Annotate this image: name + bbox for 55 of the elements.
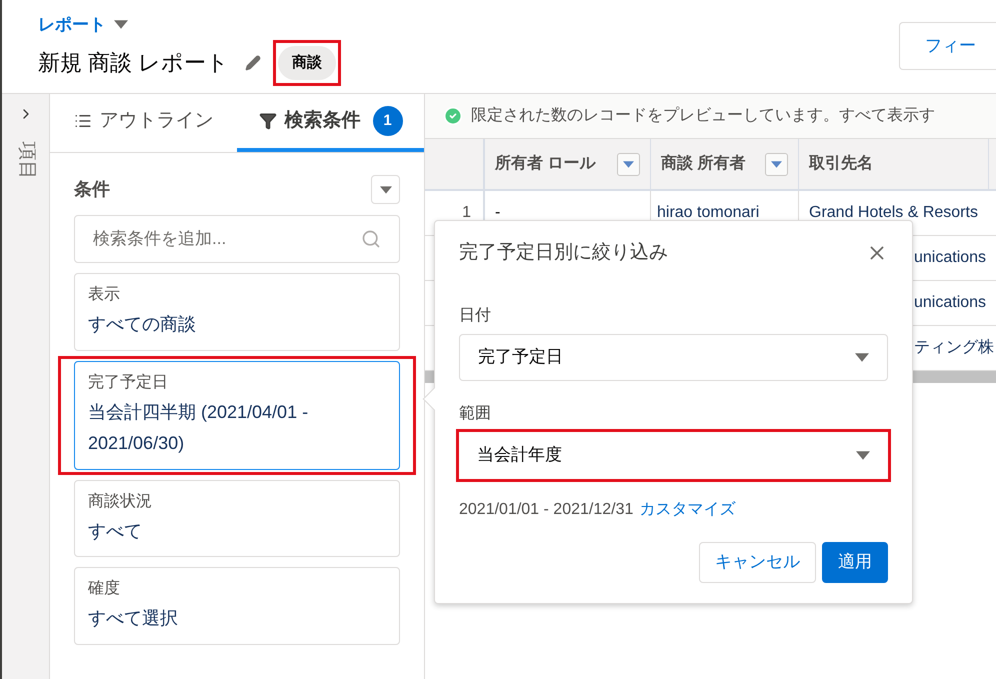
panel-tab[interactable]: アウトライン (50, 94, 237, 152)
preview-notice: 限定された数のレコードをプレビューしています。すべて表示す (471, 106, 935, 126)
apply-button[interactable]: 適用 (822, 542, 888, 582)
caret-icon (855, 352, 869, 362)
filter-search-input[interactable]: 検索条件を追加... (93, 226, 343, 252)
caret-icon (771, 160, 782, 168)
column-menu-button[interactable] (617, 152, 640, 176)
popover-title: 完了予定日別に絞り込み (459, 241, 668, 265)
field-label: 日付 (459, 306, 492, 326)
date-range-text: 2021/01/01 - 2021/12/31 (459, 500, 634, 520)
filter-card[interactable]: 商談状況 すべて (74, 480, 400, 557)
caret-icon (623, 160, 634, 168)
caret-icon (380, 186, 392, 194)
column-header[interactable]: 商談 所有者 (651, 139, 799, 189)
select-field[interactable]: 当会計年度 (459, 432, 888, 478)
account-link[interactable]: unications (914, 246, 986, 270)
filter-label: 完了予定日 (88, 372, 169, 392)
filter-search-box[interactable]: 検索条件を追加... (74, 215, 400, 263)
rail-label: 項目 (14, 141, 38, 180)
table-cell-text: - (495, 203, 500, 223)
report-title: 新規 商談 レポート (38, 49, 230, 78)
filter-label: 確度 (88, 578, 121, 599)
feed-button[interactable]: フィー (899, 22, 996, 70)
caret-icon (856, 450, 870, 460)
column-header[interactable]: 取引先名 (799, 139, 989, 189)
list-icon (74, 112, 92, 130)
column-menu-button[interactable] (765, 152, 788, 176)
filter-card[interactable]: 完了予定日 当会計四半期 (2021/04/01 - 2021/06/30) (74, 360, 400, 470)
check-icon (443, 106, 463, 126)
filter-value: 当会計四半期 (2021/04/01 - 2021/06/30) (88, 400, 310, 455)
filter-value: すべて選択 (88, 607, 179, 630)
search-icon (361, 229, 381, 249)
customize-link[interactable]: カスタマイズ (639, 498, 736, 522)
filter-value: すべての商談 (88, 313, 197, 336)
filter-label: 商談状況 (88, 492, 153, 512)
filter-value: すべて (88, 520, 143, 542)
filter-label: 表示 (88, 284, 121, 305)
row-number: 1 (462, 203, 471, 223)
caret-icon (114, 20, 128, 30)
breadcrumb-link[interactable]: レポート (38, 12, 106, 38)
account-link[interactable]: unications (914, 291, 986, 315)
field-label: 範囲 (459, 404, 492, 424)
filters-menu-button[interactable] (371, 175, 400, 204)
column-header[interactable]: 所有者 ロール (485, 139, 651, 189)
cancel-button[interactable]: キャンセル (699, 542, 816, 582)
filter-icon (258, 112, 276, 130)
edit-icon[interactable] (245, 54, 262, 71)
fields-rail[interactable]: 項目 (2, 94, 50, 679)
select-field[interactable]: 完了予定日 (459, 334, 888, 380)
filters-heading: 条件 (74, 178, 110, 201)
filter-card[interactable]: 表示 すべての商談 (74, 273, 400, 350)
report-type-badge: 商談 (278, 46, 336, 80)
account-link[interactable]: ティング株 (914, 336, 994, 360)
count-badge: 1 (372, 106, 402, 136)
filter-card[interactable]: 確度 すべて選択 (74, 567, 400, 644)
